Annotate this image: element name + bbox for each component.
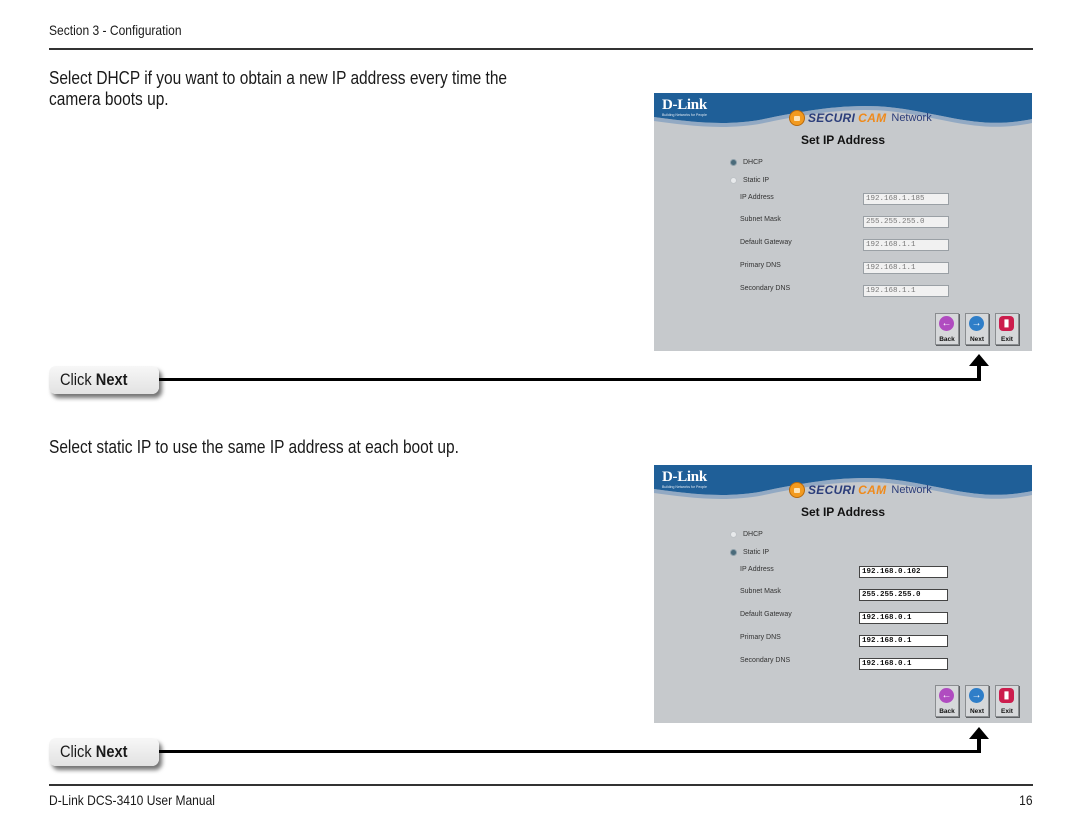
panel-title: Set IP Address [800, 505, 886, 519]
ip-address-label: IP Address [740, 194, 774, 201]
callout-action: Next [95, 742, 128, 761]
connector-riser [977, 364, 981, 381]
subnet-mask-input[interactable]: 255.255.255.0 [859, 589, 948, 601]
ip-address-label: IP Address [740, 566, 774, 573]
securicam-lock-icon [789, 482, 805, 498]
arrow-up-icon [969, 727, 989, 739]
static-ip-radio[interactable]: Static IP [730, 177, 769, 184]
ip-address-input[interactable]: 192.168.1.185 [863, 193, 949, 205]
secondary-dns-label: Secondary DNS [740, 285, 791, 292]
connector-line [159, 378, 980, 381]
default-gateway-label: Default Gateway [740, 611, 792, 618]
panel-title: Set IP Address [800, 133, 886, 147]
cam-text: CAM [858, 111, 887, 125]
static-ip-radio[interactable]: Static IP [730, 549, 769, 556]
static-ip-label: Static IP [743, 549, 770, 556]
back-arrow-icon: ← [939, 316, 954, 331]
section-header: Section 3 - Configuration [49, 22, 182, 38]
click-next-callout: Click Next [49, 738, 159, 766]
default-gateway-input[interactable]: 192.168.1.1 [863, 239, 949, 251]
ip-address-input[interactable]: 192.168.0.102 [859, 566, 948, 578]
exit-door-icon: ▮ [999, 316, 1014, 331]
secondary-dns-input[interactable]: 192.168.0.1 [859, 658, 948, 670]
securicam-lock-icon [789, 110, 805, 126]
next-arrow-icon: → [969, 316, 984, 331]
back-label: Back [939, 708, 955, 715]
callout-prefix: Click [60, 742, 92, 761]
dlink-tagline: Building Networks for People [662, 113, 707, 117]
securicam-logo: SECURI CAM Network [789, 482, 932, 498]
back-button[interactable]: ← Back [935, 313, 959, 345]
radio-unselected-icon [730, 177, 737, 184]
arrow-up-icon [969, 354, 989, 366]
network-text: Network [891, 112, 932, 124]
dlink-logo: D-Link [662, 97, 707, 113]
primary-dns-label: Primary DNS [740, 634, 781, 641]
next-button[interactable]: → Next [965, 685, 989, 717]
static-ip-label: Static IP [743, 177, 770, 184]
exit-label: Exit [1001, 708, 1013, 715]
next-label: Next [969, 336, 985, 343]
primary-dns-input[interactable]: 192.168.0.1 [859, 635, 948, 647]
subnet-mask-label: Subnet Mask [740, 588, 781, 595]
subnet-mask-label: Subnet Mask [740, 216, 781, 223]
network-text: Network [891, 484, 932, 496]
dlink-logo: D-Link [662, 469, 707, 485]
step-2-description: Select static IP to use the same IP addr… [49, 437, 459, 457]
back-label: Back [939, 336, 955, 343]
back-arrow-icon: ← [939, 688, 954, 703]
connector-riser [977, 737, 981, 753]
exit-door-icon: ▮ [999, 688, 1014, 703]
step-1-description: Select DHCP if you want to obtain a new … [49, 68, 508, 109]
secondary-dns-input[interactable]: 192.168.1.1 [863, 285, 949, 297]
default-gateway-input[interactable]: 192.168.0.1 [859, 612, 948, 624]
dhcp-screenshot: D-Link Building Networks for People SECU… [654, 93, 1032, 351]
radio-selected-icon [730, 549, 737, 556]
exit-button[interactable]: ▮ Exit [995, 685, 1019, 717]
next-arrow-icon: → [969, 688, 984, 703]
dhcp-label: DHCP [743, 531, 763, 538]
dlink-tagline: Building Networks for People [662, 485, 707, 489]
next-label: Next [969, 708, 985, 715]
exit-button[interactable]: ▮ Exit [995, 313, 1019, 345]
primary-dns-input[interactable]: 192.168.1.1 [863, 262, 949, 274]
default-gateway-label: Default Gateway [740, 239, 792, 246]
secondary-dns-label: Secondary DNS [740, 657, 791, 664]
static-ip-screenshot: D-Link Building Networks for People SECU… [654, 465, 1032, 723]
connector-line [159, 750, 980, 753]
next-button[interactable]: → Next [965, 313, 989, 345]
dhcp-radio[interactable]: DHCP [730, 531, 763, 538]
footer-manual-title: D-Link DCS-3410 User Manual [49, 792, 215, 808]
callout-action: Next [95, 370, 128, 389]
primary-dns-label: Primary DNS [740, 262, 781, 269]
dhcp-label: DHCP [743, 159, 763, 166]
securicam-logo: SECURI CAM Network [789, 110, 932, 126]
securi-text: SECURI [808, 111, 856, 125]
click-next-callout: Click Next [49, 366, 159, 394]
cam-text: CAM [858, 483, 887, 497]
footer-rule [49, 784, 1033, 786]
dhcp-radio[interactable]: DHCP [730, 159, 763, 166]
page-number: 16 [1019, 792, 1033, 808]
subnet-mask-input[interactable]: 255.255.255.0 [863, 216, 949, 228]
header-rule [49, 48, 1033, 50]
radio-unselected-icon [730, 531, 737, 538]
radio-selected-icon [730, 159, 737, 166]
exit-label: Exit [1001, 336, 1013, 343]
callout-prefix: Click [60, 370, 92, 389]
back-button[interactable]: ← Back [935, 685, 959, 717]
securi-text: SECURI [808, 483, 856, 497]
